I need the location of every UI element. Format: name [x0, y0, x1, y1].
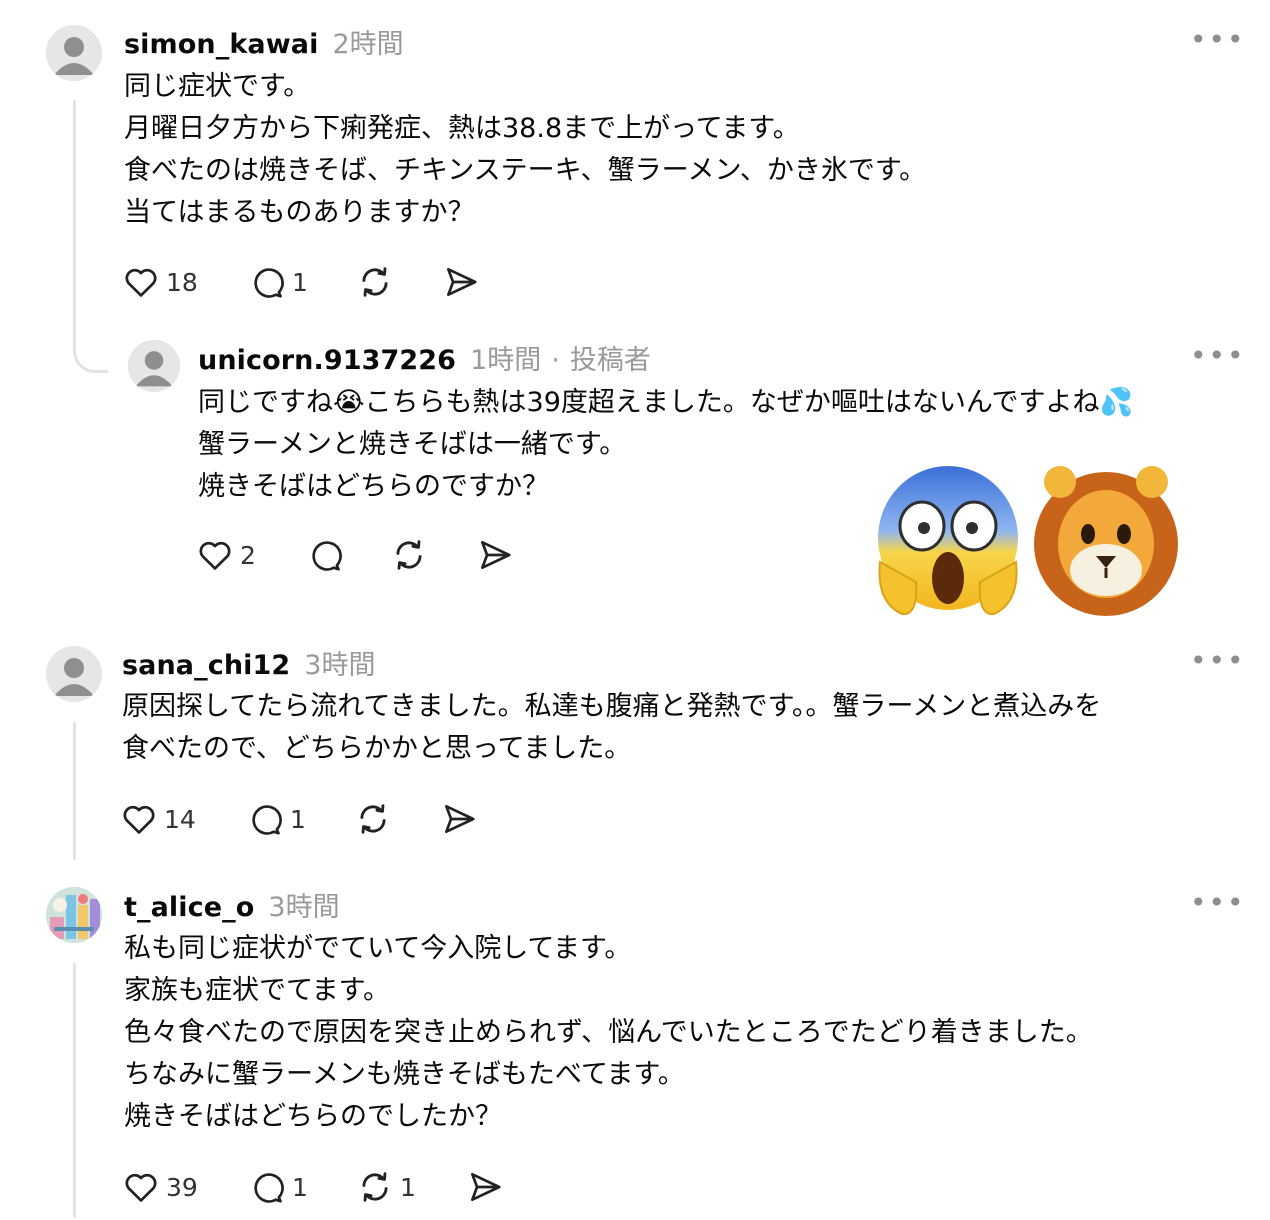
reply-button[interactable]: 1 [248, 262, 308, 302]
action-bar: 14 1 [120, 799, 540, 839]
comment-header: simon_kawai 2時間 [124, 22, 404, 61]
share-icon [470, 1172, 501, 1202]
repost-count: 1 [400, 1172, 416, 1202]
action-bar: 2 [196, 535, 536, 575]
repost-button[interactable] [354, 799, 398, 839]
face-screaming-in-fear-sticker [872, 462, 1024, 620]
repost-button[interactable]: 1 [356, 1167, 416, 1207]
text-line: 焼きそばはどちらのでしたか？ [124, 1101, 502, 1132]
like-count: 2 [240, 540, 256, 570]
username[interactable]: simon_kawai [124, 29, 318, 60]
comment-icon [252, 805, 282, 835]
share-icon [480, 540, 511, 570]
lion-animoji-sticker [1030, 460, 1182, 620]
text-line: 当てはまるものありますか？ [124, 197, 475, 228]
share-button[interactable] [442, 262, 480, 302]
action-bar: 39 1 1 [122, 1167, 542, 1207]
avatar[interactable] [46, 646, 102, 702]
share-icon [444, 804, 475, 834]
avatar[interactable] [46, 25, 102, 81]
like-count: 14 [164, 804, 196, 834]
share-button[interactable] [440, 799, 478, 839]
username[interactable]: t_alice_o [124, 892, 254, 923]
comment-icon [254, 1173, 284, 1203]
thread-line [73, 100, 76, 300]
comment-header: sana_chi12 3時間 [122, 643, 375, 682]
reply-connector [73, 295, 108, 373]
like-count: 39 [166, 1172, 198, 1202]
like-button[interactable]: 2 [196, 535, 256, 575]
like-button[interactable]: 39 [122, 1167, 198, 1207]
like-button[interactable]: 18 [122, 262, 198, 302]
comment-icon [312, 541, 342, 571]
separator: · [551, 345, 560, 376]
comment-icon [254, 268, 284, 298]
more-icon[interactable]: ••• [1190, 342, 1246, 370]
share-button[interactable] [466, 1167, 504, 1207]
heart-icon [123, 805, 155, 834]
comment-text: 同じ症状です。 月曜日夕方から下痢発症、熱は38.8まで上がってます。 食べたの… [124, 66, 926, 234]
like-count: 18 [166, 267, 198, 297]
repost-button[interactable] [356, 262, 400, 302]
reply-count: 1 [292, 1172, 308, 1202]
heart-icon [125, 1173, 157, 1202]
repost-button[interactable] [390, 535, 434, 575]
more-icon[interactable]: ••• [1190, 26, 1246, 54]
username[interactable]: sana_chi12 [122, 650, 290, 681]
action-bar: 18 1 [122, 262, 542, 302]
text-line: 月曜日夕方から下痢発症、熱は38.8まで上がってます。 [124, 113, 800, 144]
author-tag: 投稿者 [569, 345, 651, 376]
comment-text: 原因探してたら流れてきました。私達も腹痛と発熱です。。蟹ラーメンと煮込みを 食べ… [122, 686, 1101, 770]
reply-count: 1 [290, 804, 306, 834]
thread-line [73, 722, 76, 860]
heart-icon [125, 268, 157, 297]
repost-icon [362, 1172, 388, 1202]
comment-header: unicorn.9137226 1時間 · 投稿者 [198, 338, 651, 377]
thread-line [73, 963, 76, 1218]
timestamp: 2時間 [332, 29, 404, 60]
comment-header: t_alice_o 3時間 [124, 885, 340, 924]
more-icon[interactable]: ••• [1190, 889, 1246, 917]
timestamp: 1時間 [470, 345, 542, 376]
reply-button[interactable]: 1 [248, 1167, 308, 1207]
text-line: 原因探してたら流れてきました。私達も腹痛と発熱です。。蟹ラーメンと煮込みを [122, 691, 1102, 722]
username[interactable]: unicorn.9137226 [198, 345, 456, 376]
text-line: 私も同じ症状がでていて今入院してます。 [124, 933, 632, 964]
text-line: 家族も症状でてます。 [124, 975, 390, 1006]
like-button[interactable]: 14 [120, 799, 196, 839]
text-line: 同じですね😭こちらも熱は39度超えました。なぜか嘔吐はないんですよね💦 [198, 387, 1134, 418]
share-icon [446, 267, 477, 297]
text-line: 食べたのは焼きそば、チキンステーキ、蟹ラーメン、かき氷です。 [124, 155, 927, 186]
text-line: 色々食べたので原因を突き止められず、悩んでいたところでたどり着きました。 [124, 1017, 1093, 1048]
share-button[interactable] [476, 535, 514, 575]
repost-icon [362, 267, 388, 297]
avatar[interactable] [46, 887, 102, 943]
text-line: 蟹ラーメンと焼きそばは一緒です。 [198, 429, 627, 460]
reply-button[interactable]: 1 [246, 799, 306, 839]
timestamp: 3時間 [268, 892, 340, 923]
text-line: ちなみに蟹ラーメンも焼きそばもたべてます。 [124, 1059, 685, 1090]
text-line: 同じ症状です。 [124, 71, 311, 102]
repost-icon [396, 540, 422, 570]
text-line: 食べたので、どちらかかと思ってました。 [122, 733, 632, 764]
comment-text: 私も同じ症状がでていて今入院してます。 家族も症状でてます。 色々食べたので原因… [124, 928, 1093, 1138]
timestamp: 3時間 [304, 650, 376, 681]
more-icon[interactable]: ••• [1190, 647, 1246, 675]
repost-icon [360, 804, 386, 834]
reply-count: 1 [292, 267, 308, 297]
heart-icon [199, 541, 231, 570]
reply-button[interactable] [306, 535, 350, 575]
avatar[interactable] [128, 340, 180, 392]
